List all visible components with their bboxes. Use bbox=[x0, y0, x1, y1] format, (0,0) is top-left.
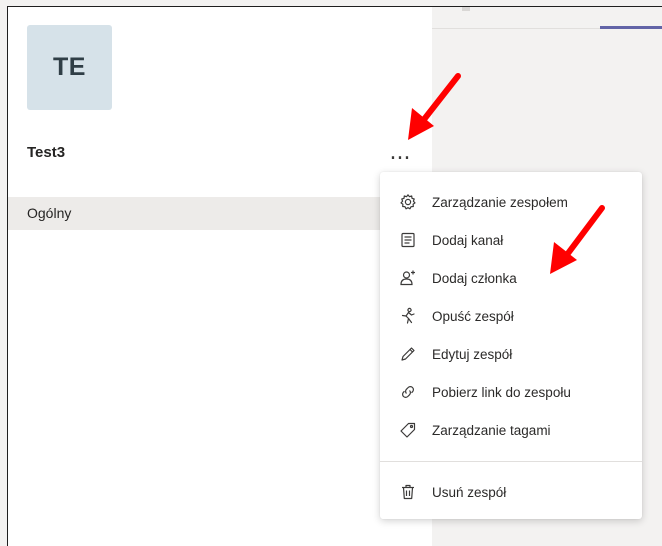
leave-person-icon bbox=[399, 307, 417, 325]
menu-item-label: Dodaj członka bbox=[432, 270, 517, 286]
menu-item-get-team-link[interactable]: Pobierz link do zespołu bbox=[380, 373, 642, 411]
more-options-button[interactable]: ... bbox=[383, 139, 417, 167]
team-avatar[interactable]: TE bbox=[27, 25, 112, 110]
active-tab-indicator bbox=[600, 26, 662, 29]
menu-item-delete-team[interactable]: Usuń zespół bbox=[380, 473, 642, 511]
menu-divider bbox=[380, 461, 642, 462]
menu-item-label: Opuść zespół bbox=[432, 308, 514, 324]
menu-item-label: Edytuj zespół bbox=[432, 346, 513, 362]
team-avatar-initials: TE bbox=[53, 53, 86, 81]
menu-item-label: Usuń zespół bbox=[432, 484, 507, 500]
menu-item-label: Zarządzanie tagami bbox=[432, 422, 551, 438]
pencil-icon bbox=[399, 345, 417, 363]
trash-icon bbox=[399, 483, 417, 501]
menu-item-manage-tags[interactable]: Zarządzanie tagami bbox=[380, 411, 642, 449]
team-name[interactable]: Test3 bbox=[27, 144, 65, 161]
tag-icon bbox=[399, 421, 417, 439]
menu-item-add-member[interactable]: Dodaj członka bbox=[380, 259, 642, 297]
team-options-menu: Zarządzanie zespołem Dodaj kanał Dodaj c… bbox=[380, 172, 642, 519]
menu-item-label: Zarządzanie zespołem bbox=[432, 194, 568, 210]
channel-label: Ogólny bbox=[27, 205, 72, 221]
menu-item-label: Pobierz link do zespołu bbox=[432, 384, 571, 400]
menu-item-edit-team[interactable]: Edytuj zespół bbox=[380, 335, 642, 373]
menu-item-label: Dodaj kanał bbox=[432, 232, 504, 248]
channel-item-general[interactable]: Ogólny bbox=[8, 197, 432, 230]
gear-icon bbox=[399, 193, 417, 211]
content-tab-marker bbox=[462, 7, 470, 11]
menu-item-leave-team[interactable]: Opuść zespół bbox=[380, 297, 642, 335]
add-member-icon bbox=[399, 269, 417, 287]
link-icon bbox=[399, 383, 417, 401]
channel-list-icon bbox=[399, 231, 417, 249]
menu-item-add-channel[interactable]: Dodaj kanał bbox=[380, 221, 642, 259]
menu-item-manage-team[interactable]: Zarządzanie zespołem bbox=[380, 183, 642, 221]
